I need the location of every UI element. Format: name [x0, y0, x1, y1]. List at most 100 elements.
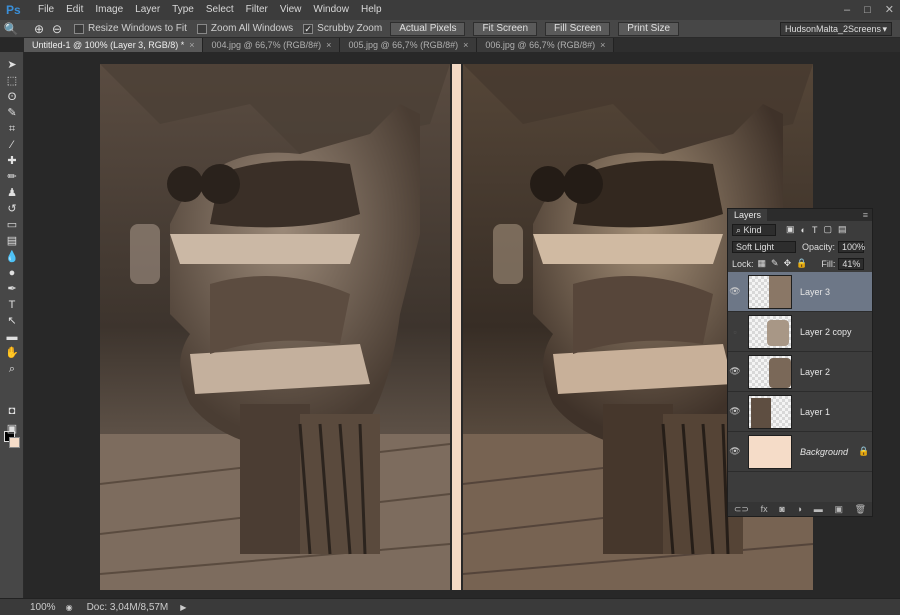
maximize-button[interactable]: □ [864, 0, 871, 20]
fit-screen-button[interactable]: Fit Screen [473, 21, 538, 36]
opacity-input[interactable]: 100% [838, 240, 865, 253]
zoom-out-icon[interactable]: ⊖ [50, 22, 64, 36]
filter-type-icon[interactable]: T [812, 225, 818, 235]
filter-adjustment-icon[interactable]: ◐ [801, 225, 806, 235]
close-icon[interactable]: × [189, 40, 194, 50]
layer-style-icon[interactable]: fx [761, 504, 768, 514]
blur-tool-icon[interactable]: 💧 [4, 250, 20, 264]
layer-name: Layer 3 [800, 286, 831, 297]
screen-mode-icon[interactable]: ▣ [4, 422, 20, 436]
actual-pixels-button[interactable]: Actual Pixels [390, 21, 466, 36]
minimize-button[interactable]: – [844, 0, 850, 20]
new-layer-icon[interactable]: ▣ [834, 504, 843, 515]
tab-004[interactable]: 004.jpg @ 66,7% (RGB/8#) × [203, 38, 341, 52]
eye-hidden-icon[interactable]: ▫ [728, 327, 742, 337]
tab-layers[interactable]: Layers [728, 209, 768, 221]
fill-value: 41% [842, 258, 861, 269]
close-icon[interactable]: × [600, 40, 605, 50]
checkbox-box [74, 23, 84, 34]
path-select-icon[interactable]: ↖ [4, 314, 20, 328]
shape-tool-icon[interactable]: ▬ [4, 330, 20, 344]
filter-pixel-icon[interactable]: ▣ [786, 224, 795, 235]
add-mask-icon[interactable]: ◙ [779, 504, 784, 514]
layer-row-layer-2[interactable]: 👁 Layer 2 [728, 352, 872, 392]
menu-help[interactable]: Help [355, 0, 388, 20]
zoom-tool-icon[interactable]: ⌕ [4, 362, 20, 376]
menu-window[interactable]: Window [307, 0, 355, 20]
dodge-tool-icon[interactable]: ● [4, 266, 20, 280]
lock-pixels-icon[interactable]: ✎ [771, 258, 779, 269]
eye-icon[interactable]: 👁 [728, 286, 742, 297]
menu-edit[interactable]: Edit [60, 0, 89, 20]
fill-input[interactable]: 41% [838, 257, 865, 270]
eye-icon[interactable]: 👁 [728, 446, 742, 457]
brush-tool-icon[interactable]: ✏ [4, 170, 20, 184]
zoom-all-windows-checkbox[interactable]: Zoom All Windows [196, 23, 293, 34]
filter-shape-icon[interactable]: ▢ [823, 224, 832, 235]
quick-mask-icon[interactable]: ◘ [4, 404, 20, 418]
layer-thumbnail [748, 314, 792, 349]
layer-thumb-fill [769, 275, 791, 308]
workspace-select[interactable]: HudsonMalta_2Screens ▾ [780, 22, 892, 36]
zoom-tool-icon[interactable]: 🔍 [4, 22, 19, 36]
clone-stamp-icon[interactable]: ♟ [4, 186, 20, 200]
zoom-level[interactable]: 100% [30, 602, 56, 613]
status-menu-icon[interactable]: ◉ [66, 603, 73, 612]
tab-005[interactable]: 005.jpg @ 66,7% (RGB/8#) × [340, 38, 478, 52]
new-group-icon[interactable]: ▬ [814, 504, 823, 514]
menu-image[interactable]: Image [89, 0, 129, 20]
delete-layer-icon[interactable]: 🗑 [855, 504, 866, 515]
gradient-tool-icon[interactable]: ▤ [4, 234, 20, 248]
menu-select[interactable]: Select [200, 0, 240, 20]
hand-tool-icon[interactable]: ✋ [4, 346, 20, 360]
close-icon[interactable]: × [326, 40, 331, 50]
zoom-in-icon[interactable]: ⊕ [32, 22, 46, 36]
close-icon[interactable]: × [463, 40, 468, 50]
crop-tool-icon[interactable]: ⌗ [4, 122, 20, 136]
panel-menu-icon[interactable]: ≡ [863, 210, 868, 220]
close-window-button[interactable]: ✕ [885, 0, 894, 20]
tab-label: 004.jpg @ 66,7% (RGB/8#) [211, 40, 322, 50]
pen-tool-icon[interactable]: ✒ [4, 282, 20, 296]
marquee-tool-icon[interactable]: ⬚ [4, 74, 20, 88]
filter-kind-select[interactable]: ⌕ Kind [732, 223, 776, 236]
adjustment-layer-icon[interactable]: ◑ [797, 504, 802, 514]
lasso-tool-icon[interactable]: ʘ [4, 90, 20, 104]
menu-layer[interactable]: Layer [129, 0, 166, 20]
lock-all-icon[interactable]: 🔒 [796, 258, 807, 269]
fill-screen-button[interactable]: Fill Screen [545, 21, 611, 36]
lock-position-icon[interactable]: ✥ [784, 258, 792, 269]
lock-transparent-icon[interactable]: ▦ [758, 258, 767, 269]
menu-file[interactable]: File [32, 0, 60, 20]
eraser-tool-icon[interactable]: ▭ [4, 218, 20, 232]
eye-icon[interactable]: 👁 [728, 406, 742, 417]
resize-windows-checkbox[interactable]: Resize Windows to Fit [74, 23, 187, 34]
type-tool-icon[interactable]: T [4, 298, 20, 312]
filter-smart-icon[interactable]: ▤ [838, 224, 847, 235]
tab-label: Untitled-1 @ 100% (Layer 3, RGB/8) * [32, 40, 185, 50]
background-color-swatch[interactable] [9, 437, 20, 448]
menu-filter[interactable]: Filter [240, 0, 274, 20]
menu-view[interactable]: View [274, 0, 308, 20]
layer-row-layer-2-copy[interactable]: ▫ Layer 2 copy [728, 312, 872, 352]
eye-icon[interactable]: 👁 [728, 366, 742, 377]
tab-006[interactable]: 006.jpg @ 66,7% (RGB/8#) × [477, 38, 615, 52]
layer-row-background[interactable]: 👁 Background 🔒 [728, 432, 872, 472]
eyedropper-tool-icon[interactable]: ⁄ [4, 138, 20, 152]
layer-thumbnail [748, 394, 792, 429]
menu-type[interactable]: Type [166, 0, 200, 20]
healing-brush-icon[interactable]: ✚ [4, 154, 20, 168]
status-arrow-icon[interactable]: ▶ [180, 603, 186, 612]
quick-select-tool-icon[interactable]: ✎ [4, 106, 20, 120]
scrubby-zoom-checkbox[interactable]: ✓ Scrubby Zoom [303, 23, 382, 34]
history-brush-icon[interactable]: ↺ [4, 202, 20, 216]
print-size-button[interactable]: Print Size [618, 21, 680, 36]
blend-row: Soft Light Opacity: 100% [728, 238, 872, 255]
layer-row-layer-1[interactable]: 👁 Layer 1 [728, 392, 872, 432]
link-layers-icon[interactable]: ⊂⊃ [734, 504, 749, 515]
move-tool-icon[interactable]: ➤ [4, 58, 20, 72]
blend-mode-select[interactable]: Soft Light [732, 240, 796, 253]
layer-row-layer-3[interactable]: 👁 Layer 3 [728, 272, 872, 312]
lock-icon: 🔒 [858, 446, 870, 456]
tab-untitled-1[interactable]: Untitled-1 @ 100% (Layer 3, RGB/8) * × [24, 38, 204, 52]
